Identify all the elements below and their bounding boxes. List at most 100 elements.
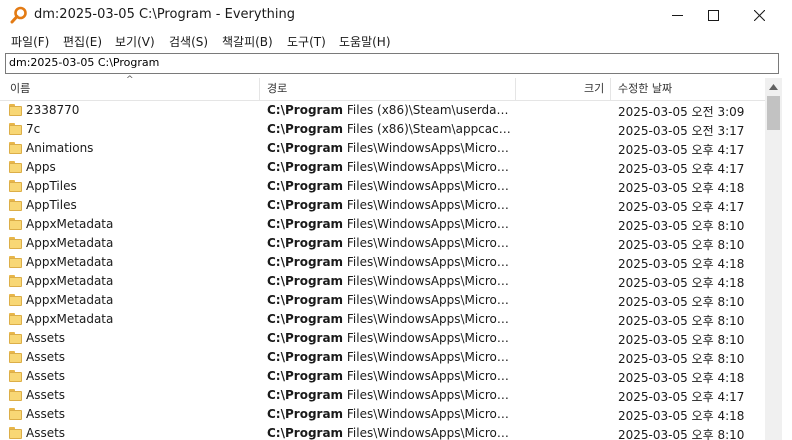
chevron-up-icon <box>769 83 778 90</box>
table-row[interactable]: AppTiles C:\Program Files\WindowsApps\Mic… <box>0 196 765 215</box>
row-date-modified: 2025-03-05 오후 4:17 <box>618 162 745 176</box>
table-row[interactable]: Apps C:\Program Files\WindowsApps\Microso… <box>0 158 765 177</box>
folder-icon <box>9 313 22 325</box>
row-path: C:\Program Files\WindowsApps\Microsof... <box>267 141 513 155</box>
row-path-rest: Files\WindowsApps\Microsof... <box>343 426 513 440</box>
table-row[interactable]: AppxMetadata C:\Program Files\WindowsApps… <box>0 310 765 329</box>
folder-icon <box>9 275 22 287</box>
row-path-match: C:\Program <box>267 122 344 136</box>
menu-bookmarks[interactable]: 책갈피(B) <box>222 33 273 50</box>
row-path: C:\Program Files\WindowsApps\Microsof... <box>267 255 513 269</box>
close-button[interactable] <box>736 0 782 30</box>
row-path-rest: Files\WindowsApps\Microsof... <box>343 274 513 288</box>
row-path-match: C:\Program <box>267 160 344 174</box>
column-divider[interactable] <box>515 78 516 100</box>
row-name: Assets <box>26 407 66 421</box>
folder-icon <box>9 161 22 173</box>
row-path-rest: Files\WindowsApps\Microsof... <box>343 236 513 250</box>
table-row[interactable]: AppxMetadata C:\Program Files\WindowsApps… <box>0 215 765 234</box>
row-path-match: C:\Program <box>267 198 344 212</box>
row-path-match: C:\Program <box>267 293 344 307</box>
row-name: AppxMetadata <box>26 255 114 269</box>
table-row[interactable]: Assets C:\Program Files\WindowsApps\Micro… <box>0 329 765 348</box>
row-path: C:\Program Files\WindowsApps\Microsof... <box>267 160 513 174</box>
row-path-match: C:\Program <box>267 426 344 440</box>
menu-file[interactable]: 파일(F) <box>11 33 49 50</box>
row-path: C:\Program Files\WindowsApps\Microsof... <box>267 312 513 326</box>
row-path-rest: Files (x86)\Steam\userdata\... <box>343 103 513 117</box>
menu-help[interactable]: 도움말(H) <box>339 33 391 50</box>
menu-tools[interactable]: 도구(T) <box>287 33 326 50</box>
row-date-modified: 2025-03-05 오후 4:17 <box>618 390 745 404</box>
table-row[interactable]: AppTiles C:\Program Files\WindowsApps\Mic… <box>0 177 765 196</box>
row-path-rest: Files\WindowsApps\Microsof... <box>343 293 513 307</box>
row-date-modified: 2025-03-05 오후 4:18 <box>618 181 745 195</box>
column-name[interactable]: 이름 <box>10 78 30 100</box>
table-row[interactable]: AppxMetadata C:\Program Files\WindowsApps… <box>0 253 765 272</box>
table-row[interactable]: AppxMetadata C:\Program Files\WindowsApps… <box>0 272 765 291</box>
vertical-scrollbar[interactable] <box>765 78 782 440</box>
column-path[interactable]: 경로 <box>267 78 287 100</box>
row-path-match: C:\Program <box>267 350 344 364</box>
folder-icon <box>9 389 22 401</box>
row-name: Assets <box>26 426 66 440</box>
menu-search[interactable]: 검색(S) <box>169 33 208 50</box>
row-path-rest: Files\WindowsApps\Microsof... <box>343 179 513 193</box>
row-name: Assets <box>26 388 66 402</box>
folder-icon <box>9 351 22 363</box>
folder-icon <box>9 237 22 249</box>
folder-icon <box>9 123 22 135</box>
column-date-modified[interactable]: 수정한 날짜 <box>618 78 672 100</box>
table-row[interactable]: Assets C:\Program Files\WindowsApps\Micro… <box>0 367 765 386</box>
table-row[interactable]: Assets C:\Program Files\WindowsApps\Micro… <box>0 424 765 440</box>
row-date-modified: 2025-03-05 오전 3:09 <box>618 105 745 119</box>
minimize-icon <box>671 14 683 16</box>
folder-icon <box>9 218 22 230</box>
column-size[interactable]: 크기 <box>584 78 604 100</box>
table-row[interactable]: Assets C:\Program Files\WindowsApps\Micro… <box>0 386 765 405</box>
row-path-rest: Files\WindowsApps\Microsof... <box>343 331 513 345</box>
table-row[interactable]: AppxMetadata C:\Program Files\WindowsApps… <box>0 291 765 310</box>
search-input[interactable] <box>6 54 769 71</box>
row-path-rest: Files\WindowsApps\Microsof... <box>343 388 513 402</box>
table-row[interactable]: Assets C:\Program Files\WindowsApps\Micro… <box>0 348 765 367</box>
row-path-rest: Files\WindowsApps\Microsof... <box>343 369 513 383</box>
row-path-match: C:\Program <box>267 141 344 155</box>
row-path: C:\Program Files\WindowsApps\Microsof... <box>267 179 513 193</box>
row-path: C:\Program Files\WindowsApps\Microsof... <box>267 350 513 364</box>
row-path-match: C:\Program <box>267 274 344 288</box>
row-name: AppTiles <box>26 198 77 212</box>
maximize-button[interactable] <box>690 0 736 30</box>
row-name: 7c <box>26 122 41 136</box>
window-border <box>782 53 792 440</box>
row-path: C:\Program Files\WindowsApps\Microsof... <box>267 426 513 440</box>
table-row[interactable]: Animations C:\Program Files\WindowsApps\M… <box>0 139 765 158</box>
row-name: AppxMetadata <box>26 274 114 288</box>
row-path-match: C:\Program <box>267 388 344 402</box>
table-row[interactable]: 7c C:\Program Files (x86)\Steam\appcache.… <box>0 120 765 139</box>
row-date-modified: 2025-03-05 오후 4:18 <box>618 409 745 423</box>
row-path-rest: Files\WindowsApps\Microsof... <box>343 255 513 269</box>
column-divider[interactable] <box>610 78 611 100</box>
folder-icon <box>9 180 22 192</box>
window-title: dm:2025-03-05 C:\Program - Everything <box>34 7 296 22</box>
scroll-thumb[interactable] <box>767 96 780 130</box>
row-date-modified: 2025-03-05 오후 8:10 <box>618 333 745 347</box>
folder-icon <box>9 370 22 382</box>
table-row[interactable]: Assets C:\Program Files\WindowsApps\Micro… <box>0 405 765 424</box>
row-path-match: C:\Program <box>267 217 344 231</box>
row-name: Assets <box>26 350 66 364</box>
row-path-rest: Files (x86)\Steam\appcache... <box>343 122 513 136</box>
sort-ascending-icon: ^ <box>126 75 134 85</box>
table-row[interactable]: AppxMetadata C:\Program Files\WindowsApps… <box>0 234 765 253</box>
menu-edit[interactable]: 편집(E) <box>63 33 102 50</box>
row-date-modified: 2025-03-05 오후 8:10 <box>618 352 745 366</box>
scroll-up-button[interactable] <box>765 78 782 95</box>
row-path: C:\Program Files\WindowsApps\Microsof... <box>267 198 513 212</box>
row-path: C:\Program Files\WindowsApps\Microsof... <box>267 274 513 288</box>
menu-view[interactable]: 보기(V) <box>115 33 155 50</box>
column-divider[interactable] <box>259 78 260 100</box>
row-path: C:\Program Files\WindowsApps\Microsof... <box>267 293 513 307</box>
row-path-match: C:\Program <box>267 255 344 269</box>
table-row[interactable]: 2338770 C:\Program Files (x86)\Steam\user… <box>0 101 765 120</box>
